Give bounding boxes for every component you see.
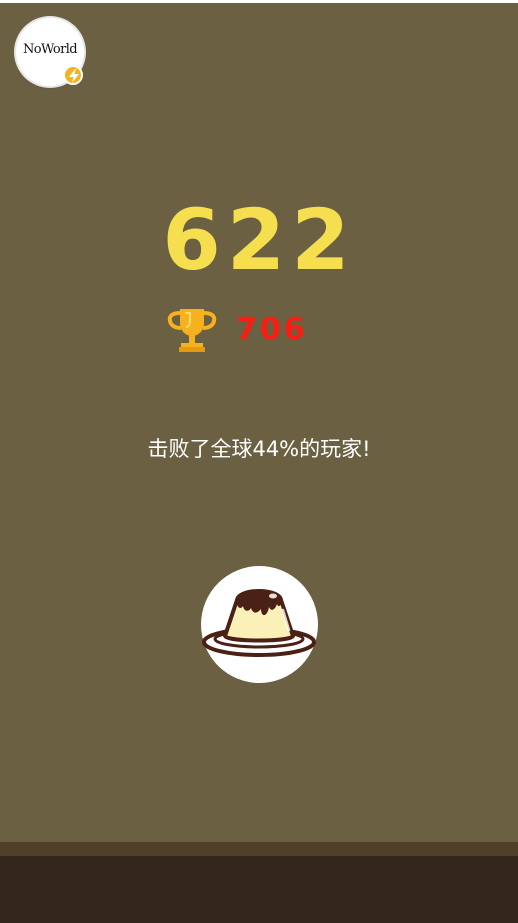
current-score: 622 bbox=[162, 191, 356, 289]
pudding-icon bbox=[202, 589, 316, 657]
lightning-bolt-icon bbox=[63, 65, 83, 85]
pudding-button[interactable] bbox=[201, 566, 318, 683]
best-score-row: 706 bbox=[166, 305, 366, 353]
player-avatar[interactable]: NoWorld bbox=[16, 18, 84, 86]
ground bbox=[0, 856, 518, 923]
best-score: 706 bbox=[236, 312, 308, 347]
trophy-icon bbox=[167, 309, 217, 352]
ground-edge bbox=[0, 842, 518, 856]
top-strip bbox=[0, 0, 518, 3]
game-over-screen: NoWorld 622 706 击败了全球44%的玩家! bbox=[0, 0, 518, 923]
rank-message: 击败了全球44%的玩家! bbox=[147, 437, 371, 461]
avatar-logo-text: NoWorld bbox=[22, 42, 78, 57]
